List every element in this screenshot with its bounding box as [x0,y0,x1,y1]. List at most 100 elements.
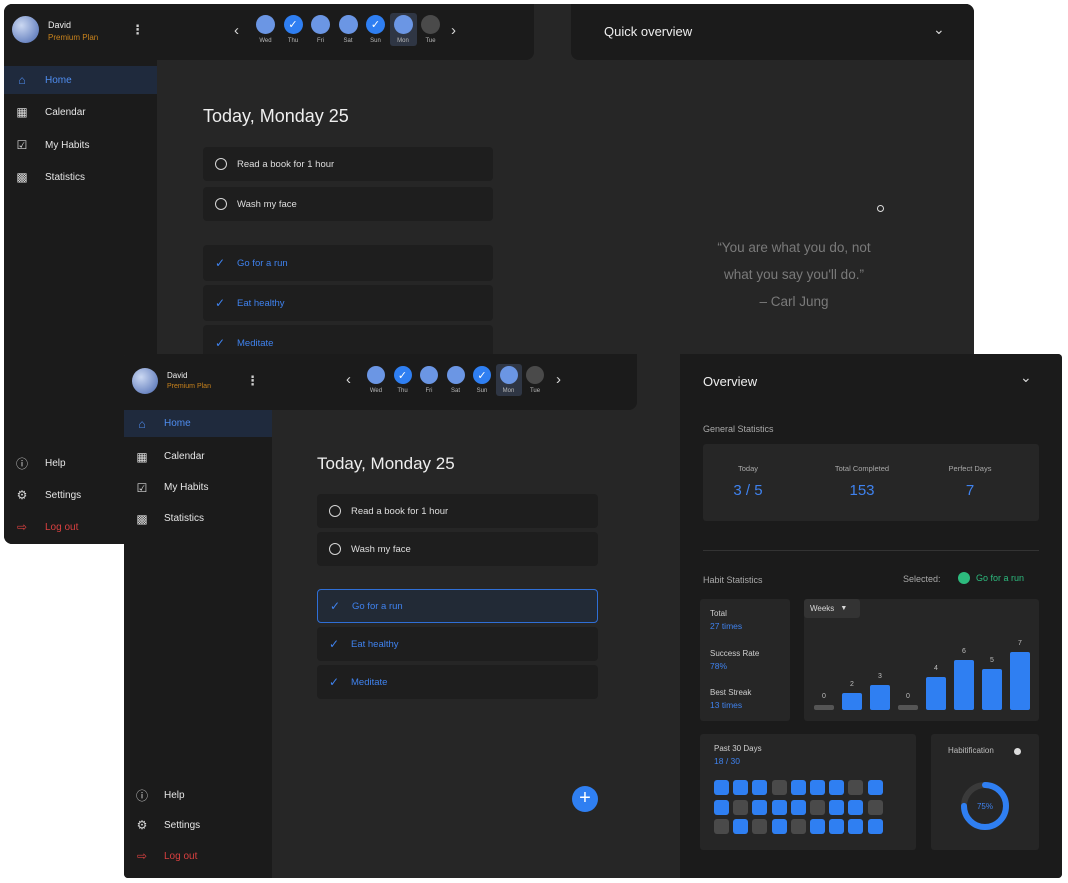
weeks-dropdown[interactable]: Weeks ▼ [804,599,860,618]
bar-value-label: 0 [822,693,826,700]
sidebar-item-home[interactable]: ⌂ Home [4,66,157,94]
radio-icon[interactable] [215,158,227,170]
day-mon[interactable]: Mon [389,13,417,46]
next-week-chevron-icon[interactable]: › [451,22,456,39]
radio-icon[interactable] [329,505,341,517]
task-item[interactable]: Read a book for 1 hour [203,147,493,181]
check-circle-icon [958,572,970,584]
day-thu[interactable]: ✓ Thu [280,13,307,46]
overview-panel: Overview ⌄ General Statistics Today 3 / … [680,354,1062,878]
sidebar-item-home[interactable]: ⌂ Home [124,410,272,437]
day-thu[interactable]: ✓ Thu [390,364,416,396]
sidebar-item-label: Home [45,74,72,86]
bar[interactable] [842,693,862,710]
bar[interactable] [954,660,974,710]
completed-task-item[interactable]: ✓ Eat healthy [317,627,598,661]
bar[interactable] [1010,652,1030,710]
day-circle-icon [499,366,518,384]
day-check-icon: ✓ [473,366,491,384]
sidebar-item-label: Log out [164,850,198,862]
day-circle-icon [420,366,438,384]
sidebar-item-statistics[interactable]: ▩ Statistics [4,163,157,191]
calendar-icon: ▦ [16,105,28,119]
sidebar-item-settings[interactable]: ⚙ Settings [124,812,272,838]
task-item[interactable]: Wash my face [203,187,493,221]
radio-icon[interactable] [329,543,341,555]
more-options-icon[interactable]: ⋮ [131,22,144,38]
bar[interactable] [870,685,890,710]
check-icon[interactable]: ✓ [329,637,341,651]
sidebar-item-calendar[interactable]: ▦ Calendar [4,98,157,126]
completed-task-item[interactable]: ✓ Go for a run [203,245,493,281]
day-cell [848,780,864,795]
day-sat[interactable]: Sat [443,364,469,396]
check-icon[interactable]: ✓ [329,675,341,689]
stat-value: 27 times [710,621,743,631]
day-cell [752,780,768,795]
check-icon[interactable]: ✓ [215,256,227,270]
sidebar-item-statistics[interactable]: ▩ Statistics [124,505,272,532]
task-label: Wash my face [351,543,411,555]
day-sun[interactable]: ✓ Sun [469,364,495,396]
completed-task-item[interactable]: ✓ Go for a run [317,589,598,623]
chevron-down-icon[interactable]: ⌄ [1020,369,1032,386]
completed-task-item[interactable]: ✓ Meditate [317,665,598,699]
quote-line: “You are what you do, not [717,240,871,255]
day-wed[interactable]: Wed [252,13,279,46]
day-cell [810,819,825,834]
panel-title: Quick overview [604,24,693,39]
sidebar-item-logout[interactable]: ⇨ Log out [124,843,272,869]
quick-overview-header[interactable]: Quick overview ⌄ [571,4,974,60]
check-icon[interactable]: ✓ [215,336,227,350]
info-icon[interactable] [1014,748,1021,755]
completed-task-item[interactable]: ✓ Eat healthy [203,285,493,321]
task-label: Read a book for 1 hour [351,505,449,517]
task-item[interactable]: Wash my face [317,532,598,566]
sidebar-item-my-habits[interactable]: ☑ My Habits [4,131,157,159]
sidebar-item-help[interactable]: ⓘ Help [124,782,272,808]
sidebar-item-label: Home [164,418,191,429]
day-cell [829,780,845,795]
bar[interactable] [814,705,834,710]
stat-value: 13 times [710,700,743,710]
day-cell [714,799,729,815]
bar[interactable] [982,669,1002,710]
bar[interactable] [898,705,918,710]
day-mon[interactable]: Mon [495,364,522,396]
task-item[interactable]: Read a book for 1 hour [317,494,598,528]
day-wed[interactable]: Wed [363,364,389,396]
avatar[interactable] [12,16,39,43]
day-cell [810,780,825,795]
next-week-chevron-icon[interactable]: › [556,371,561,388]
day-fri[interactable]: Fri [416,364,442,396]
day-sun[interactable]: ✓ Sun [362,13,389,46]
selected-habit[interactable]: Go for a run [958,572,1024,584]
home-icon: ⌂ [18,73,26,87]
stat-label: Best Streak [710,688,752,697]
sidebar-item-calendar[interactable]: ▦ Calendar [124,443,272,470]
radio-icon[interactable] [215,198,227,210]
bar[interactable] [926,677,946,710]
sidebar-item-my-habits[interactable]: ☑ My Habits [124,474,272,501]
chevron-down-icon[interactable]: ⌄ [933,21,945,38]
past-30-days-card: Past 30 Days 18 / 30 [700,734,916,850]
add-habit-button[interactable]: + [572,786,598,812]
day-label: Wed [259,38,272,44]
check-icon[interactable]: ✓ [330,599,342,613]
stat-value: 153 [849,482,875,499]
day-cell [829,799,845,815]
day-cell [752,799,768,815]
stat-value: 7 [965,482,975,499]
front-window: David Premium Plan ⋮ ‹ Wed ✓ Thu Fri Sat ✓ Sun… [124,354,1062,878]
day-fri[interactable]: Fri [307,13,334,46]
prev-week-chevron-icon[interactable]: ‹ [346,371,351,388]
more-options-icon[interactable]: ⋮ [246,373,259,389]
day-cell [867,799,883,815]
avatar[interactable] [132,368,158,394]
day-cell [829,819,845,834]
day-sat[interactable]: Sat [335,13,362,46]
check-icon[interactable]: ✓ [215,296,227,310]
prev-week-chevron-icon[interactable]: ‹ [234,22,239,39]
day-tue[interactable]: Tue [417,13,444,46]
day-tue[interactable]: Tue [522,364,548,396]
